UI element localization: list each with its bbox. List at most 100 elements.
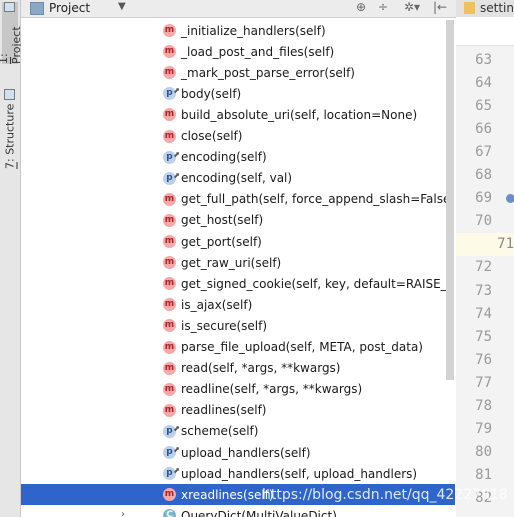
- line-number: 81: [475, 466, 492, 483]
- tree-member-label: readline(self, *args, **kwargs): [181, 382, 363, 397]
- property-marker-icon: ⬈: [173, 445, 180, 454]
- tree-member-row[interactable]: m get_signed_cookie(self, key, default=RA…: [21, 273, 455, 294]
- property-icon: p ⬈: [163, 424, 180, 438]
- property-icon: p ⬈: [163, 171, 180, 185]
- tree-member-row[interactable]: p ⬈ encoding(self): [21, 147, 455, 168]
- tab-structure[interactable]: 7: Structure: [2, 88, 18, 170]
- tree-member-row[interactable]: p ⬈ upload_handlers(self, upload_handlers): [21, 463, 455, 484]
- method-icon: m: [163, 129, 176, 143]
- method-icon: m: [163, 213, 176, 227]
- property-marker-icon: ⬈: [173, 423, 180, 433]
- tab-project[interactable]: 1: Project: [0, 2, 23, 64]
- tree-member-row[interactable]: m is_ajax(self): [21, 294, 455, 315]
- line-number: 73: [475, 282, 492, 299]
- globe-icon[interactable]: ⊕: [356, 0, 366, 14]
- line-number: 75: [475, 328, 492, 345]
- method-icon: m: [163, 277, 176, 291]
- tree-member-label: is_ajax(self): [181, 297, 253, 312]
- line-number: 74: [475, 305, 492, 322]
- tree-member-row[interactable]: m close(self): [21, 126, 455, 147]
- tree-member-label: encoding(self, val): [181, 171, 293, 186]
- project-tree[interactable]: m _initialize_handlers(self)m _load_post_a…: [21, 18, 455, 517]
- tree-member-row[interactable]: m _load_post_and_files(self): [21, 41, 455, 62]
- method-icon: m: [163, 382, 176, 396]
- expand-arrow-icon[interactable]: ›: [121, 509, 125, 517]
- tree-member-row[interactable]: p ⬈ scheme(self): [21, 421, 455, 442]
- collapse-icon[interactable]: |←: [433, 0, 447, 14]
- tree-member-label: readlines(self): [181, 403, 267, 418]
- editor-breadcrumb-bar: [456, 17, 514, 46]
- tree-member-row[interactable]: m build_absolute_uri(self, location=None): [21, 104, 455, 125]
- line-number: 76: [475, 351, 492, 368]
- tree-member-row[interactable]: p ⬈ body(self): [21, 83, 455, 104]
- tree-member-label: upload_handlers(self): [181, 445, 311, 460]
- property-marker-icon: ⬈: [173, 466, 180, 476]
- tree-class-label: QueryDict(MultiValueDict): [181, 508, 337, 517]
- method-icon: m: [163, 66, 176, 80]
- gear-icon[interactable]: ✲▾: [404, 0, 420, 14]
- tree-member-label: encoding(self): [181, 150, 267, 165]
- tree-member-row[interactable]: m get_port(self): [21, 231, 455, 252]
- tree-member-label: get_raw_uri(self): [181, 255, 282, 270]
- tree-member-row[interactable]: m parse_file_upload(self, META, post_data…: [21, 337, 455, 358]
- property-icon: p ⬈: [163, 466, 180, 481]
- tree-member-label: scheme(self): [181, 424, 259, 439]
- breakpoint-marker-icon[interactable]: [506, 194, 514, 204]
- method-icon: m: [163, 235, 176, 248]
- tree-member-row[interactable]: m get_full_path(self, force_append_slash=…: [21, 189, 455, 210]
- editor-area: settin 63 64 65 66 67 68 69 70 71 72 73 74 75 76 77 78 7…: [456, 0, 514, 517]
- tree-member-row[interactable]: m readline(self, *args, **kwargs): [21, 379, 455, 400]
- line-number: 68: [475, 167, 492, 184]
- method-icon: m: [163, 319, 176, 333]
- tree-member-label: _load_post_and_files(self): [181, 44, 335, 59]
- tree-member-label: is_secure(self): [181, 318, 268, 333]
- project-icon: [30, 2, 44, 15]
- vertical-scrollbar[interactable]: [446, 20, 454, 380]
- line-number: 69: [475, 190, 492, 207]
- tree-member-label: get_port(self): [181, 234, 262, 249]
- tree-member-row[interactable]: p ⬈ encoding(self, val): [21, 168, 455, 189]
- tree-member-row[interactable]: m get_raw_uri(self): [21, 252, 455, 273]
- property-icon: p ⬈: [163, 86, 180, 101]
- line-number: 64: [475, 75, 492, 92]
- method-icon: m: [163, 340, 176, 354]
- view-dropdown-icon[interactable]: ▼: [118, 1, 126, 12]
- tree-member-row[interactable]: p ⬈ upload_handlers(self): [21, 442, 455, 463]
- property-icon: p ⬈: [163, 150, 180, 164]
- project-panel-header: Project ▼ ⊕ ÷ ✲▾ |←: [21, 0, 456, 18]
- tree-member-row[interactable]: m get_host(self): [21, 210, 455, 231]
- tree-member-row[interactable]: m readlines(self): [21, 400, 455, 421]
- line-number: 78: [475, 397, 492, 414]
- tree-member-label: parse_file_upload(self, META, post_data): [181, 340, 423, 354]
- line-number: 72: [475, 259, 492, 276]
- tab-project-label: 1: Project: [0, 26, 23, 64]
- tree-member-label: get_full_path(self, force_append_slash=F…: [181, 192, 455, 207]
- property-marker-icon: ⬈: [173, 170, 180, 180]
- tree-member-label: get_signed_cookie(self, key, default=RAI…: [181, 276, 455, 291]
- tree-class-row[interactable]: › C QueryDict(MultiValueDict): [21, 505, 455, 517]
- split-icon[interactable]: ÷: [378, 0, 388, 14]
- tab-settings[interactable]: settin: [456, 0, 514, 18]
- tree-member-row[interactable]: m is_secure(self): [21, 315, 455, 336]
- tree-member-label: upload_handlers(self, upload_handlers): [181, 466, 418, 481]
- line-number: 71: [456, 233, 514, 257]
- tree-member-row[interactable]: m _initialize_handlers(self): [21, 20, 455, 41]
- line-number: 66: [475, 121, 492, 138]
- tree-member-label: build_absolute_uri(self, location=None): [181, 107, 418, 122]
- project-title[interactable]: Project: [49, 1, 90, 15]
- tree-member-label: _mark_post_parse_error(self): [181, 65, 355, 80]
- tree-member-row[interactable]: m _mark_post_parse_error(self): [21, 62, 455, 83]
- line-number: 79: [475, 420, 492, 437]
- tree-member-label: close(self): [181, 129, 243, 143]
- tree-member-row[interactable]: m read(self, *args, **kwargs): [21, 358, 455, 379]
- tree-member-label: get_host(self): [181, 213, 264, 228]
- property-icon: p ⬈: [163, 445, 180, 459]
- method-icon: m: [163, 488, 176, 502]
- structure-tab-icon: [4, 88, 16, 100]
- line-number: 65: [475, 98, 492, 115]
- line-number: 70: [475, 213, 492, 230]
- class-icon: C: [163, 509, 176, 517]
- method-icon: m: [163, 45, 176, 59]
- method-icon: m: [163, 361, 176, 375]
- tree-member-label: body(self): [181, 86, 242, 101]
